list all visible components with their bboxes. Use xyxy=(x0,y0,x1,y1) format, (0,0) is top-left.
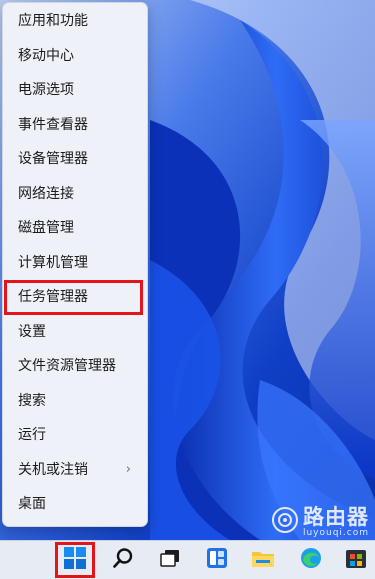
menu-item-settings[interactable]: 设置 xyxy=(3,315,147,350)
taskbar xyxy=(0,540,375,579)
taskbar-search-button[interactable] xyxy=(105,543,141,577)
store-icon xyxy=(344,546,368,574)
task-view-icon xyxy=(158,547,182,573)
menu-item-power-options[interactable]: 电源选项 xyxy=(3,73,147,108)
menu-item-disk-management[interactable]: 磁盘管理 xyxy=(3,211,147,246)
watermark: 路由器 luyouqi.com xyxy=(271,506,369,538)
taskbar-file-explorer-button[interactable] xyxy=(245,543,281,577)
widgets-icon xyxy=(205,546,229,574)
watermark-text-en: luyouqi.com xyxy=(302,528,369,538)
menu-item-shutdown-signout[interactable]: 关机或注销 › xyxy=(3,453,147,488)
windows-start-icon xyxy=(63,546,87,574)
menu-item-shutdown-label: 关机或注销 xyxy=(18,461,88,478)
menu-item-device-manager[interactable]: 设备管理器 xyxy=(3,142,147,177)
menu-item-event-viewer[interactable]: 事件查看器 xyxy=(3,108,147,143)
menu-item-computer-management[interactable]: 计算机管理 xyxy=(3,246,147,281)
taskbar-store-button[interactable] xyxy=(338,543,374,577)
start-button[interactable] xyxy=(55,542,95,578)
watermark-logo-icon xyxy=(271,506,299,538)
search-icon xyxy=(112,547,134,573)
edge-icon xyxy=(299,546,323,574)
start-context-menu: 应用和功能 移动中心 电源选项 事件查看器 设备管理器 网络连接 磁盘管理 计算… xyxy=(2,2,148,527)
menu-item-network-connections[interactable]: 网络连接 xyxy=(3,177,147,212)
taskbar-widgets-button[interactable] xyxy=(199,543,235,577)
taskbar-edge-button[interactable] xyxy=(293,543,329,577)
file-explorer-icon xyxy=(250,546,276,574)
menu-item-mobility-center[interactable]: 移动中心 xyxy=(3,39,147,74)
menu-item-desktop[interactable]: 桌面 xyxy=(3,487,147,522)
taskbar-task-view-button[interactable] xyxy=(152,543,188,577)
menu-item-file-explorer[interactable]: 文件资源管理器 xyxy=(3,349,147,384)
menu-item-apps-features[interactable]: 应用和功能 xyxy=(3,4,147,39)
menu-item-task-manager[interactable]: 任务管理器 xyxy=(4,280,143,315)
menu-item-run[interactable]: 运行 xyxy=(3,418,147,453)
menu-item-search[interactable]: 搜索 xyxy=(3,384,147,419)
chevron-right-icon: › xyxy=(125,461,131,477)
watermark-text-cn: 路由器 xyxy=(302,505,369,529)
